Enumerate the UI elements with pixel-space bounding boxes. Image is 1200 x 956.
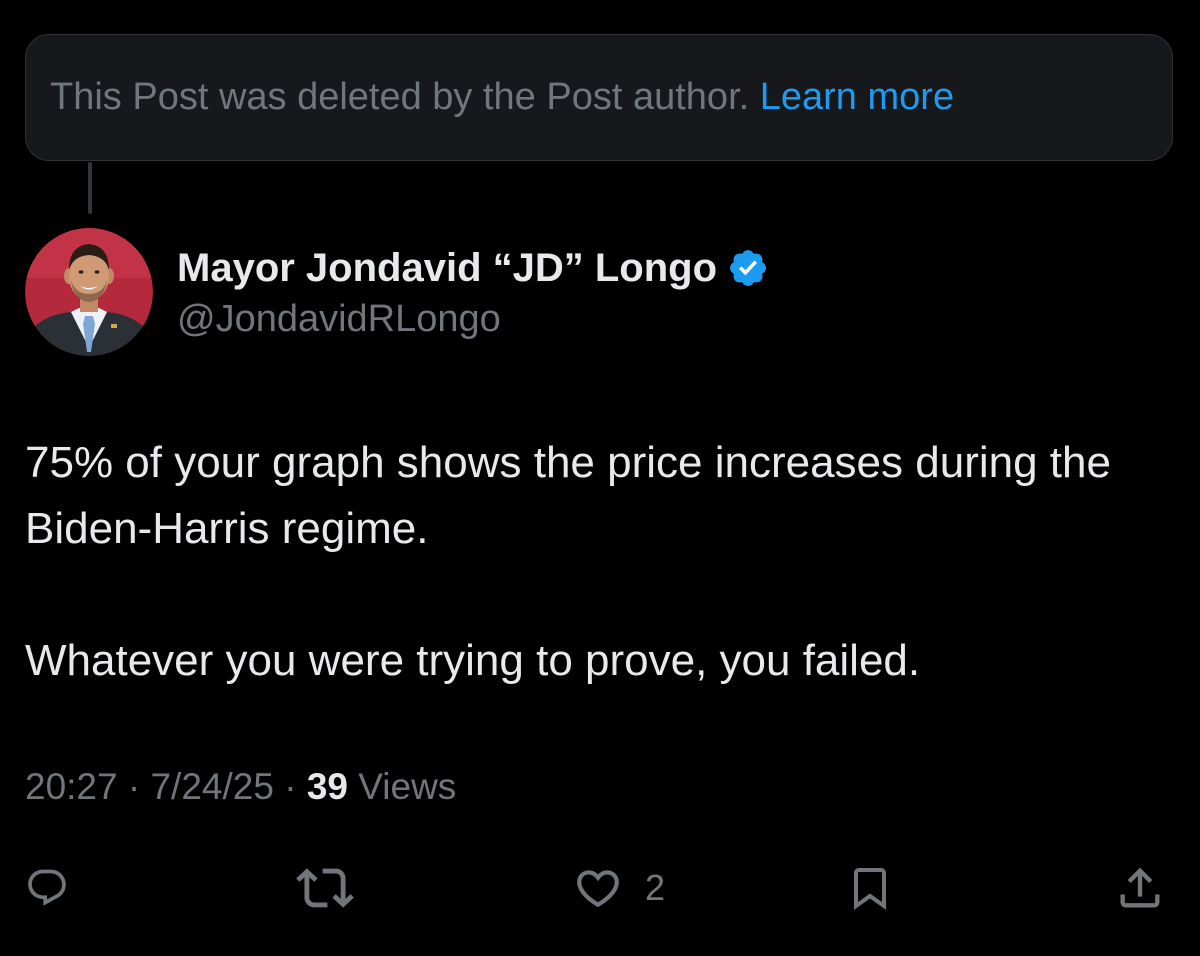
post-metadata: 20:27 · 7/24/25 · 39 Views — [25, 766, 456, 808]
author-handle[interactable]: @JondavidRLongo — [177, 298, 769, 341]
post-paragraph: 75% of your graph shows the price increa… — [25, 438, 1111, 553]
meta-separator: · — [127, 766, 141, 807]
share-button[interactable] — [1114, 850, 1166, 926]
deleted-post-notice: This Post was deleted by the Post author… — [25, 34, 1173, 161]
display-name-row: Mayor Jondavid “JD” Longo — [177, 240, 769, 296]
bookmark-button[interactable] — [846, 850, 894, 926]
share-icon — [1120, 867, 1160, 908]
post-paragraph: Whatever you were trying to prove, you f… — [25, 636, 921, 685]
repost-icon — [296, 868, 354, 908]
deleted-notice-text: This Post was deleted by the Post author… — [50, 76, 954, 119]
views-count: 39 — [306, 766, 348, 807]
post-text: 75% of your graph shows the price increa… — [25, 430, 1175, 694]
verified-badge-icon — [727, 247, 769, 289]
thread-connector-line — [88, 162, 92, 214]
repost-button[interactable] — [296, 850, 354, 926]
avatar-photo — [25, 228, 153, 356]
reply-button[interactable] — [25, 850, 69, 926]
deleted-notice-message: This Post was deleted by the Post author… — [50, 76, 750, 118]
post-date[interactable]: 7/24/25 — [150, 766, 273, 807]
views-label: Views — [358, 766, 457, 807]
like-count: 2 — [645, 867, 666, 908]
reply-icon — [28, 869, 66, 906]
meta-separator: · — [284, 766, 297, 807]
heart-icon — [577, 870, 619, 908]
post-time[interactable]: 20:27 — [25, 766, 118, 807]
like-button[interactable]: 2 — [573, 850, 665, 926]
post-author: Mayor Jondavid “JD” Longo @JondavidRLong… — [177, 240, 769, 341]
author-display-name[interactable]: Mayor Jondavid “JD” Longo — [177, 246, 717, 291]
learn-more-link[interactable]: Learn more — [760, 76, 954, 118]
action-bar: 2 — [0, 850, 1200, 926]
avatar[interactable] — [25, 228, 153, 356]
bookmark-icon — [854, 868, 886, 910]
